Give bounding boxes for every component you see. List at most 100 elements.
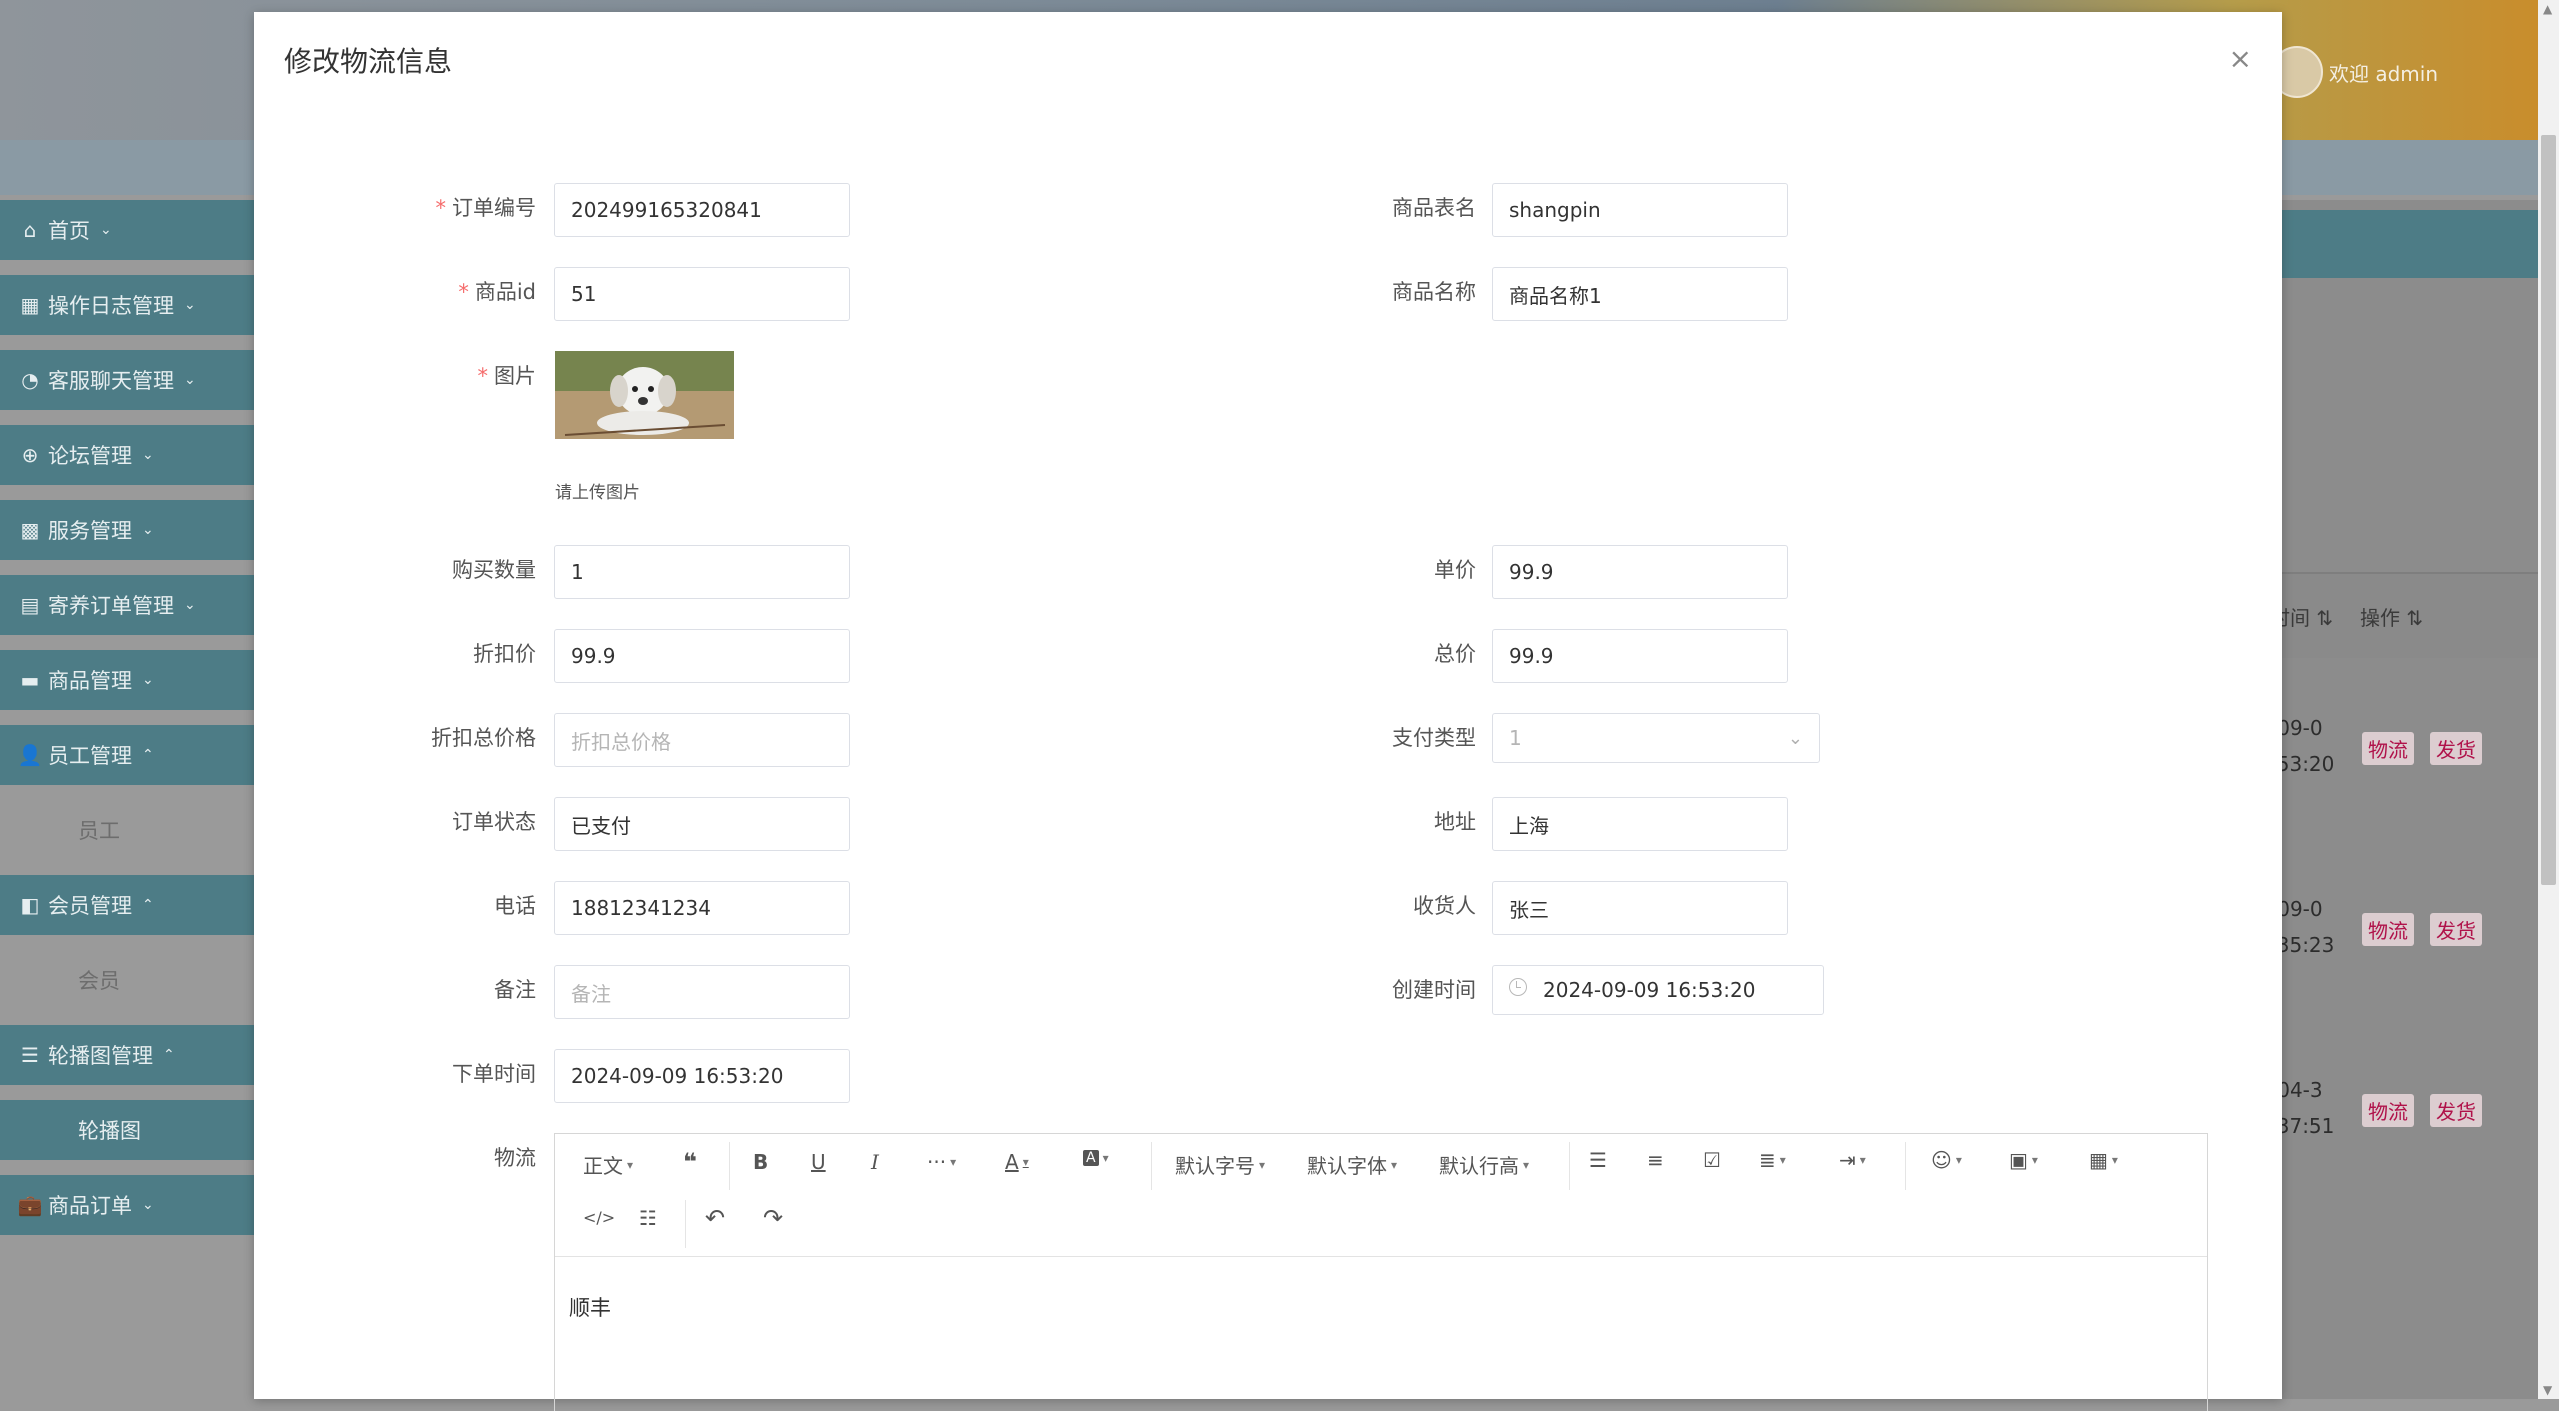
- scroll-thumb[interactable]: [2541, 135, 2556, 885]
- sidebar-subitem[interactable]: 轮播图: [0, 1100, 254, 1160]
- ship-button[interactable]: 发货: [2430, 913, 2482, 946]
- user-icon: 👤: [17, 743, 43, 767]
- receiver-input[interactable]: 张三: [1492, 881, 1788, 935]
- ship-button[interactable]: 发货: [2430, 732, 2482, 765]
- redo-icon[interactable]: ↷: [763, 1204, 783, 1232]
- line-height-dropdown[interactable]: 默认行高 ▾: [1439, 1150, 1529, 1179]
- label-discount-price: 折扣价: [473, 642, 536, 666]
- label-image: * 图片: [477, 364, 537, 388]
- sidebar-item-label: 服务管理: [48, 519, 132, 543]
- sidebar-item[interactable]: ▬ 商品管理 ⌄: [0, 650, 254, 710]
- order-time-input[interactable]: 2024-09-09 16:53:20: [554, 1049, 850, 1103]
- upload-hint: 请上传图片: [555, 483, 640, 503]
- goods-name-input[interactable]: 商品名称1: [1492, 267, 1788, 321]
- remark-input[interactable]: 备注: [554, 965, 850, 1019]
- editor-content[interactable]: 顺丰: [569, 1292, 611, 1322]
- emoji-icon[interactable]: ☺ ▾: [1931, 1148, 1962, 1172]
- ship-button[interactable]: 发货: [2430, 1094, 2482, 1127]
- address-input[interactable]: 上海: [1492, 797, 1788, 851]
- sidebar-item[interactable]: ⊕ 论坛管理 ⌄: [0, 425, 254, 485]
- panel-icon: ◧: [20, 893, 40, 917]
- divider-line-icon[interactable]: ☷: [639, 1206, 657, 1230]
- scroll-down-icon[interactable]: ▼: [2543, 1383, 2552, 1397]
- dog-image-thumbnail[interactable]: [555, 351, 734, 439]
- sidebar-item[interactable]: ▤ 寄养订单管理 ⌄: [0, 575, 254, 635]
- dialog-title: 修改物流信息: [284, 45, 453, 78]
- sidebar-item-label: 商品管理: [48, 669, 132, 693]
- label-receiver: 收货人: [1413, 894, 1476, 918]
- sidebar-subitem[interactable]: 会员: [0, 950, 254, 1010]
- undo-icon[interactable]: ↶: [705, 1204, 725, 1232]
- sidebar-item[interactable]: ▦ 操作日志管理 ⌄: [0, 275, 254, 335]
- pay-type-select[interactable]: 1 ⌄: [1492, 713, 1820, 763]
- sidebar-item[interactable]: ⌂ 首页 ⌄: [0, 200, 254, 260]
- code-icon[interactable]: </>: [583, 1208, 615, 1227]
- logistics-button[interactable]: 物流: [2362, 913, 2414, 946]
- sidebar-item-label: 客服聊天管理: [48, 369, 174, 393]
- grid-icon: ▦: [20, 293, 40, 317]
- label-goods-name: 商品名称: [1392, 280, 1476, 304]
- goods-id-input[interactable]: 51: [554, 267, 850, 321]
- italic-icon[interactable]: I: [871, 1150, 879, 1174]
- background-color-icon[interactable]: A ▾: [1083, 1150, 1109, 1166]
- bold-icon[interactable]: B: [753, 1150, 768, 1174]
- close-icon[interactable]: ×: [2229, 42, 2252, 75]
- more-format-icon[interactable]: ··· ▾: [927, 1150, 956, 1174]
- page-scrollbar[interactable]: ▲ ▼: [2538, 0, 2559, 1399]
- blocks-icon: ▩: [20, 518, 40, 542]
- column-header-operation[interactable]: 操作 ⇅: [2360, 602, 2423, 631]
- sidebar-item[interactable]: ▩ 服务管理 ⌄: [0, 500, 254, 560]
- font-size-dropdown[interactable]: 默认字号 ▾: [1175, 1150, 1265, 1179]
- logistics-button[interactable]: 物流: [2362, 1094, 2414, 1127]
- align-icon[interactable]: ≣ ▾: [1759, 1148, 1786, 1172]
- label-unit-price: 单价: [1434, 558, 1476, 582]
- goods-table-input[interactable]: shangpin: [1492, 183, 1788, 237]
- sidebar-item-label: 会员管理: [48, 894, 132, 918]
- table-icon[interactable]: ▦ ▾: [2089, 1148, 2118, 1172]
- chevron-icon: ⌄: [100, 222, 112, 238]
- quote-icon[interactable]: ❝: [683, 1148, 697, 1176]
- edit-logistics-dialog: 修改物流信息 × * 订单编号 202499165320841 商品表名 shan…: [254, 12, 2282, 1411]
- create-time-picker[interactable]: 2024-09-09 16:53:20: [1492, 965, 1824, 1015]
- editor-toolbar: 正文 ▾ ❝ B U I ··· ▾ A ▾ A ▾ 默认字号 ▾ 默认字体 ▾ 默认行高 ▾…: [555, 1134, 2207, 1257]
- card-icon: ▬: [20, 668, 40, 692]
- indent-icon[interactable]: ⇥ ▾: [1839, 1148, 1866, 1172]
- sidebar-item[interactable]: ◧ 会员管理 ⌃: [0, 875, 254, 935]
- todo-checkbox-icon[interactable]: ☑: [1703, 1148, 1721, 1172]
- sidebar-subitem[interactable]: 员工: [0, 800, 254, 860]
- sidebar-item-label: 论坛管理: [48, 444, 132, 468]
- chevron-down-icon: ⌄: [1787, 728, 1803, 749]
- bullet-list-icon[interactable]: ☰: [1589, 1148, 1607, 1172]
- chevron-icon: ⌄: [184, 297, 196, 313]
- content-panel-header: [2250, 210, 2538, 278]
- scroll-up-icon[interactable]: ▲: [2543, 2, 2552, 16]
- label-goods-table: 商品表名: [1392, 196, 1476, 220]
- chevron-icon: ⌄: [142, 522, 154, 538]
- sidebar-item[interactable]: ◔ 客服聊天管理 ⌄: [0, 350, 254, 410]
- chevron-icon: ⌄: [142, 447, 154, 463]
- label-order-no: * 订单编号: [435, 196, 537, 220]
- discount-total-input[interactable]: 折扣总价格: [554, 713, 850, 767]
- quantity-input[interactable]: 1: [554, 545, 850, 599]
- font-color-icon[interactable]: A ▾: [1005, 1150, 1029, 1174]
- phone-input[interactable]: 18812341234: [554, 881, 850, 935]
- paragraph-format-dropdown[interactable]: 正文 ▾: [583, 1150, 633, 1179]
- underline-icon[interactable]: U: [811, 1150, 826, 1174]
- total-price-input[interactable]: 99.9: [1492, 629, 1788, 683]
- order-status-input[interactable]: 已支付: [554, 797, 850, 851]
- unit-price-input[interactable]: 99.9: [1492, 545, 1788, 599]
- logistics-button[interactable]: 物流: [2362, 732, 2414, 765]
- sidebar-item[interactable]: ☰ 轮播图管理 ⌃: [0, 1025, 254, 1085]
- label-logistics: 物流: [494, 1146, 536, 1170]
- chevron-icon: ⌄: [142, 1197, 154, 1213]
- numbered-list-icon[interactable]: ≡: [1647, 1148, 1664, 1172]
- sidebar-item[interactable]: 👤 员工管理 ⌃: [0, 725, 254, 785]
- clock-icon: [1509, 978, 1527, 996]
- discount-price-input[interactable]: 99.9: [554, 629, 850, 683]
- font-family-dropdown[interactable]: 默认字体 ▾: [1307, 1150, 1397, 1179]
- order-no-input[interactable]: 202499165320841: [554, 183, 850, 237]
- label-goods-id: * 商品id: [458, 280, 536, 304]
- logistics-rich-editor: 正文 ▾ ❝ B U I ··· ▾ A ▾ A ▾ 默认字号 ▾ 默认字体 ▾ 默认行高 ▾…: [554, 1133, 2208, 1411]
- image-icon[interactable]: ▣ ▾: [2009, 1148, 2038, 1172]
- sidebar-item[interactable]: 💼 商品订单 ⌄: [0, 1175, 254, 1235]
